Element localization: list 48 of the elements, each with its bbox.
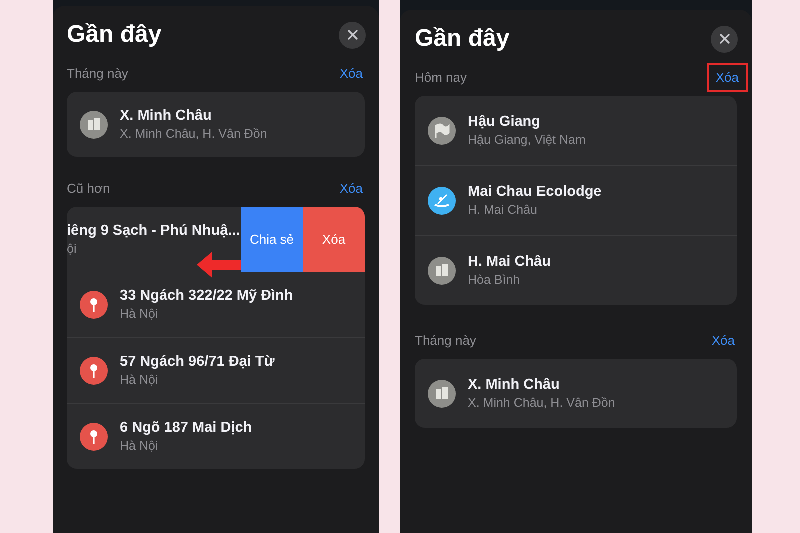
pin-icon — [80, 356, 108, 384]
place-row[interactable]: Hậu Giang Hậu Giang, Việt Nam — [415, 96, 737, 165]
place-name: X. Minh Châu — [468, 377, 561, 393]
close-button[interactable] — [711, 26, 738, 52]
delete-button[interactable]: Xóa — [303, 207, 365, 272]
place-address: X. Minh Châu, H. Vân Đồn — [468, 396, 616, 410]
place-address: Hà Nội — [120, 307, 160, 321]
kayak-icon — [428, 186, 456, 214]
place-address: ội — [67, 242, 78, 256]
place-address: H. Mai Châu — [468, 203, 538, 217]
place-address: Hà Nội — [120, 439, 160, 453]
place-row[interactable]: Mai Chau Ecolodge H. Mai Châu — [415, 165, 737, 235]
place-address: X. Minh Châu, H. Vân Đồn — [120, 127, 268, 141]
clear-link[interactable]: Xóa — [702, 326, 744, 354]
place-name: H. Mai Châu — [468, 254, 552, 270]
pin-icon — [80, 422, 108, 450]
place-name: Mai Chau Ecolodge — [468, 184, 603, 200]
place-row[interactable]: 6 Ngõ 187 Mai Dịch Hà Nội — [67, 403, 365, 469]
place-address: Hòa Bình — [468, 273, 522, 287]
place-address: Hậu Giang, Việt Nam — [468, 133, 587, 147]
flag-icon — [428, 116, 456, 144]
section-heading: Tháng này — [67, 66, 128, 80]
clear-link[interactable]: Xóa — [330, 174, 372, 202]
place-address: Hà Nội — [120, 373, 160, 387]
close-button[interactable] — [339, 22, 366, 48]
clear-link[interactable]: Xóa — [706, 62, 748, 92]
section-heading: Hôm nay — [415, 70, 468, 84]
place-row[interactable]: 33 Ngách 322/22 Mỹ Đình Hà Nội — [67, 272, 365, 337]
share-button[interactable]: Chia sẻ — [241, 207, 303, 272]
place-name: iêng 9 Sạch - Phú Nhuậ... — [67, 223, 241, 239]
place-name: 33 Ngách 322/22 Mỹ Đình — [120, 288, 294, 304]
buildings-icon — [80, 110, 108, 138]
sheet-title: Gần đây — [67, 21, 162, 49]
buildings-icon — [428, 256, 456, 284]
place-name: X. Minh Châu — [120, 108, 213, 124]
place-row[interactable]: X. Minh Châu X. Minh Châu, H. Vân Đồn — [415, 359, 737, 428]
place-row[interactable]: X. Minh Châu X. Minh Châu, H. Vân Đồn — [67, 92, 365, 157]
pin-icon — [80, 290, 108, 318]
place-name: 6 Ngõ 187 Mai Dịch — [120, 420, 254, 436]
place-name: 57 Ngách 96/71 Đại Từ — [120, 354, 276, 370]
place-row[interactable]: 57 Ngách 96/71 Đại Từ Hà Nội — [67, 337, 365, 403]
clear-link[interactable]: Xóa — [330, 58, 372, 88]
sheet-title: Gần đây — [415, 25, 510, 53]
section-heading: Cũ hơn — [67, 180, 110, 196]
place-row[interactable]: H. Mai Châu Hòa Bình — [415, 235, 737, 305]
section-heading: Tháng này — [415, 332, 476, 348]
place-name: Hậu Giang — [468, 114, 542, 130]
buildings-icon — [428, 380, 456, 408]
